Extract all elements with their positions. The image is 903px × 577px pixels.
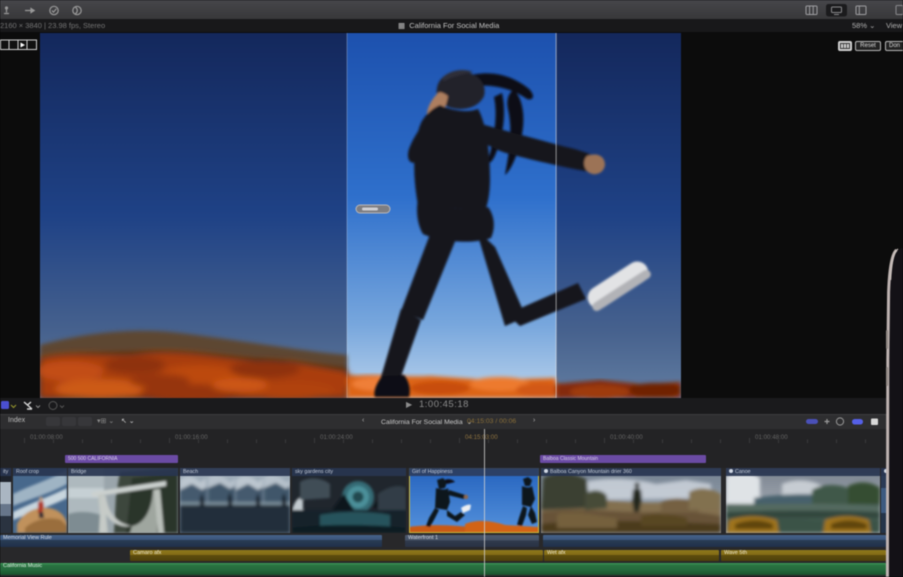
svg-text:01:00:48:00: 01:00:48:00 <box>755 434 788 441</box>
svg-text:01:00:40:00: 01:00:40:00 <box>610 434 643 441</box>
svg-text:04:15:03:00: 04:15:03:00 <box>465 434 498 441</box>
svg-text:01:00:24:00: 01:00:24:00 <box>320 434 353 441</box>
svg-text:01:00:08:00: 01:00:08:00 <box>30 434 63 441</box>
svg-text:01:00:16:00: 01:00:16:00 <box>175 434 208 441</box>
